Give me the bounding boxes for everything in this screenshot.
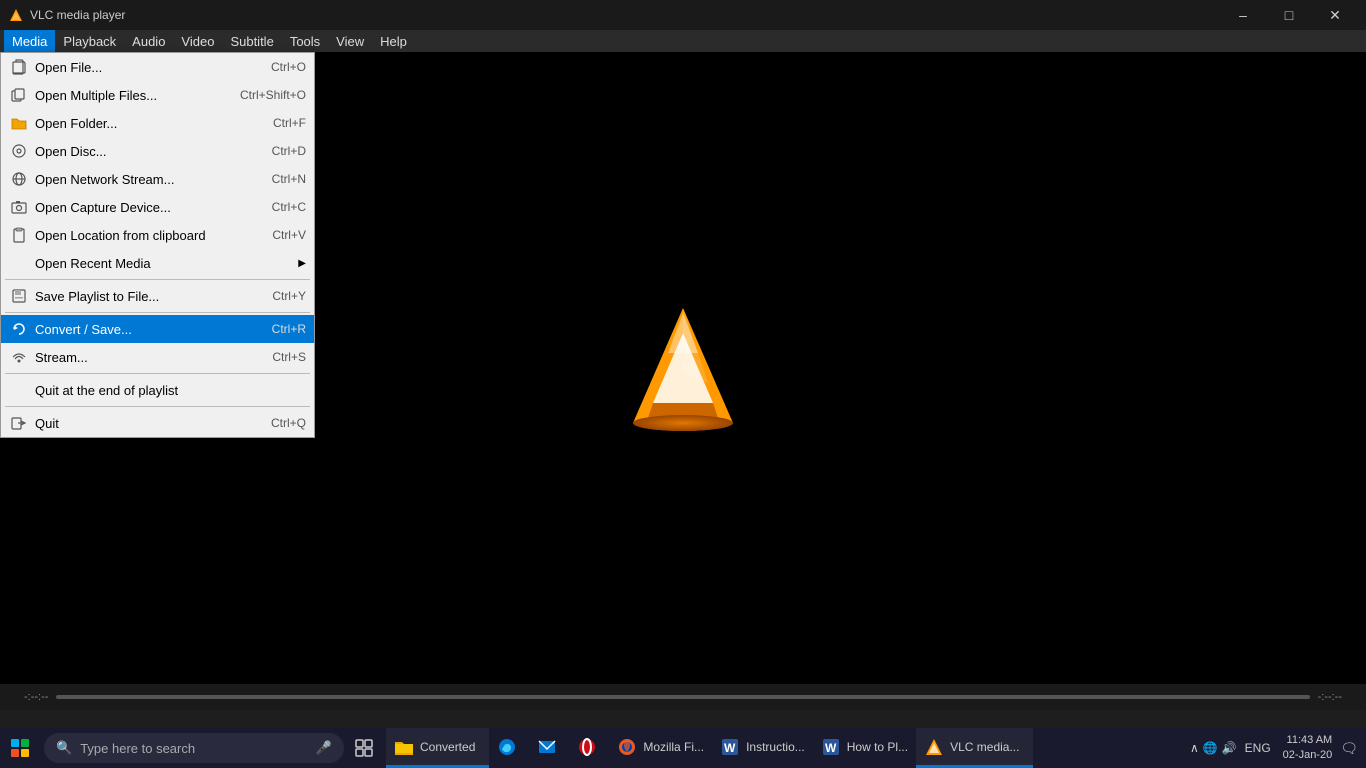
notification-icon[interactable]: 🗨 xyxy=(1340,740,1358,757)
vlc-cone xyxy=(623,303,743,433)
taskbar: 🔍 Type here to search 🎤 Converted xyxy=(0,728,1366,768)
close-button[interactable]: ✕ xyxy=(1312,0,1358,30)
time-remaining: -:--:-- xyxy=(1318,691,1342,703)
task-view-button[interactable] xyxy=(344,728,384,768)
convert-save-icon xyxy=(9,319,29,339)
svg-text:W: W xyxy=(724,741,736,755)
instruction-app-label: Instructio... xyxy=(746,740,805,754)
taskbar-app-instruction[interactable]: W Instructio... xyxy=(712,728,813,768)
vlc-app-label: VLC media... xyxy=(950,740,1019,754)
time-elapsed: -:--:-- xyxy=(24,691,48,703)
open-disc-icon xyxy=(9,141,29,161)
svg-text:W: W xyxy=(825,741,837,755)
menu-item-open-clipboard[interactable]: Open Location from clipboard Ctrl+V xyxy=(1,221,314,249)
menu-playback[interactable]: Playback xyxy=(55,30,124,52)
menu-item-stream[interactable]: Stream... Ctrl+S xyxy=(1,343,314,371)
quit-icon xyxy=(9,413,29,433)
minimize-button[interactable]: – xyxy=(1220,0,1266,30)
search-icon: 🔍 xyxy=(56,740,72,756)
word2-icon: W xyxy=(821,737,841,757)
word-icon: W xyxy=(720,737,740,757)
taskbar-pinned-apps: Converted xyxy=(386,728,1033,768)
taskbar-app-mozilla[interactable]: Mozilla Fi... xyxy=(609,728,712,768)
taskbar-app-opera[interactable] xyxy=(569,728,609,768)
mail-icon xyxy=(537,737,557,757)
open-folder-icon xyxy=(9,113,29,133)
firefox-icon xyxy=(617,737,637,757)
vlc-taskbar-icon xyxy=(924,737,944,757)
tray-date: 02-Jan-20 xyxy=(1283,748,1333,763)
menu-item-convert-save[interactable]: Convert / Save... Ctrl+R xyxy=(1,315,314,343)
menu-bar: Media Playback Audio Video Subtitle Tool… xyxy=(0,30,1366,52)
start-button[interactable] xyxy=(0,728,40,768)
title-bar-controls: – □ ✕ xyxy=(1220,0,1358,30)
separator-2 xyxy=(5,312,310,313)
menu-item-open-folder[interactable]: Open Folder... Ctrl+F xyxy=(1,109,314,137)
edge-icon xyxy=(497,737,517,757)
tray-up-arrow[interactable]: ∧ xyxy=(1190,741,1199,755)
opera-icon xyxy=(577,737,597,757)
menu-audio[interactable]: Audio xyxy=(124,30,173,52)
taskbar-app-mail[interactable] xyxy=(529,728,569,768)
maximize-button[interactable]: □ xyxy=(1266,0,1312,30)
search-placeholder: Type here to search xyxy=(80,741,308,756)
taskbar-app-vlc[interactable]: VLC media... xyxy=(916,728,1033,768)
taskbar-app-edge[interactable] xyxy=(489,728,529,768)
open-network-icon xyxy=(9,169,29,189)
menu-item-open-multiple[interactable]: Open Multiple Files... Ctrl+Shift+O xyxy=(1,81,314,109)
title-bar-title: VLC media player xyxy=(30,8,125,22)
seek-track[interactable] xyxy=(56,695,1309,699)
system-tray: ∧ 🌐 🔊 ENG 11:43 AM 02-Jan-20 🗨 xyxy=(1182,733,1366,764)
how-to-app-label: How to Pl... xyxy=(847,740,908,754)
mozilla-app-label: Mozilla Fi... xyxy=(643,740,704,754)
open-recent-icon xyxy=(9,253,29,273)
open-clipboard-icon xyxy=(9,225,29,245)
title-bar: VLC media player – □ ✕ xyxy=(0,0,1366,30)
menu-item-open-disc[interactable]: Open Disc... Ctrl+D xyxy=(1,137,314,165)
menu-media[interactable]: Media xyxy=(4,30,55,52)
separator-3 xyxy=(5,373,310,374)
menu-tools[interactable]: Tools xyxy=(282,30,328,52)
vlc-title-icon xyxy=(8,7,24,23)
menu-item-open-recent[interactable]: Open Recent Media ▶ xyxy=(1,249,314,277)
title-bar-left: VLC media player xyxy=(8,7,125,23)
stream-icon xyxy=(9,347,29,367)
menu-item-open-network[interactable]: Open Network Stream... Ctrl+N xyxy=(1,165,314,193)
separator-1 xyxy=(5,279,310,280)
save-playlist-icon xyxy=(9,286,29,306)
menu-video[interactable]: Video xyxy=(173,30,222,52)
menu-item-quit[interactable]: Quit Ctrl+Q xyxy=(1,409,314,437)
separator-4 xyxy=(5,406,310,407)
open-file-icon xyxy=(9,57,29,77)
menu-item-open-file[interactable]: Open File... Ctrl+O xyxy=(1,53,314,81)
menu-item-open-capture[interactable]: Open Capture Device... Ctrl+C xyxy=(1,193,314,221)
taskbar-search[interactable]: 🔍 Type here to search 🎤 xyxy=(44,733,344,763)
tray-time: 11:43 AM xyxy=(1283,733,1333,748)
open-multiple-icon xyxy=(9,85,29,105)
tray-language[interactable]: ENG xyxy=(1241,741,1275,755)
tray-sound-icon[interactable]: 🔊 xyxy=(1222,741,1237,755)
quit-end-icon xyxy=(9,380,29,400)
taskbar-app-converted[interactable]: Converted xyxy=(386,728,489,768)
menu-view[interactable]: View xyxy=(328,30,372,52)
microphone-icon[interactable]: 🎤 xyxy=(316,740,332,756)
file-explorer-icon xyxy=(394,737,414,757)
windows-logo xyxy=(11,739,29,757)
menu-subtitle[interactable]: Subtitle xyxy=(222,30,281,52)
open-capture-icon xyxy=(9,197,29,217)
tray-clock[interactable]: 11:43 AM 02-Jan-20 xyxy=(1279,733,1337,764)
seek-bar-area: -:--:-- -:--:-- xyxy=(0,684,1366,710)
menu-item-save-playlist[interactable]: Save Playlist to File... Ctrl+Y xyxy=(1,282,314,310)
task-view-icon xyxy=(355,739,373,757)
menu-item-quit-end[interactable]: Quit at the end of playlist xyxy=(1,376,314,404)
media-dropdown-menu: Open File... Ctrl+O Open Multiple Files.… xyxy=(0,52,315,438)
tray-network-icon[interactable]: 🌐 xyxy=(1203,741,1218,755)
menu-help[interactable]: Help xyxy=(372,30,415,52)
open-recent-arrow: ▶ xyxy=(298,258,306,269)
converted-app-label: Converted xyxy=(420,740,475,754)
taskbar-app-how-to[interactable]: W How to Pl... xyxy=(813,728,916,768)
